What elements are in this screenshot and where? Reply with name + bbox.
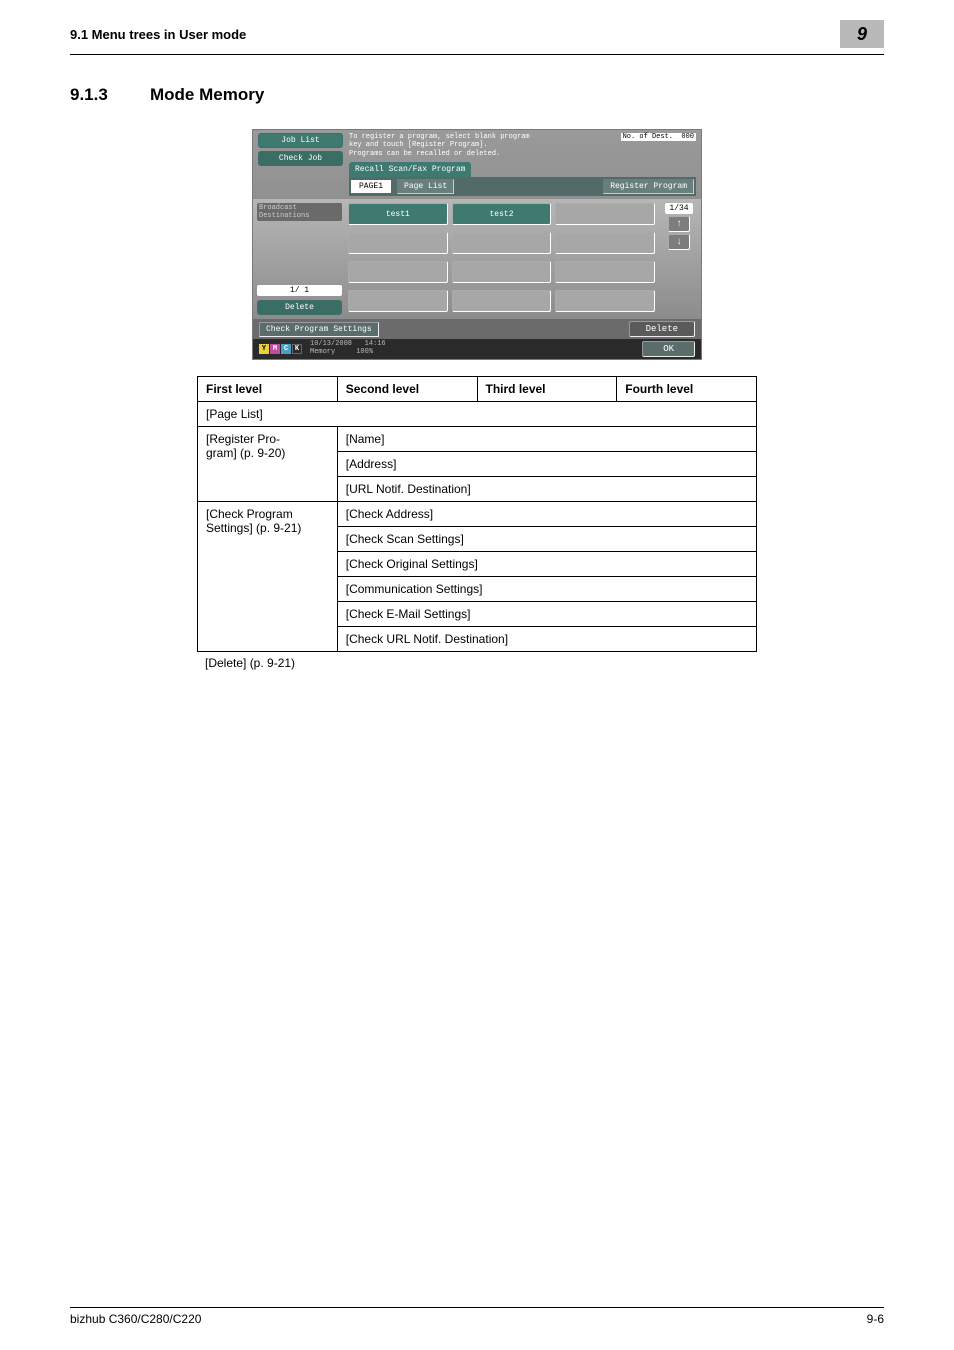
footer-model: bizhub C360/C280/C220 — [70, 1312, 867, 1326]
running-head: 9.1 Menu trees in User mode — [70, 27, 840, 42]
recall-program-tab[interactable]: Recall Scan/Fax Program — [349, 162, 471, 177]
program-slot[interactable] — [555, 261, 655, 283]
register-program-button[interactable]: Register Program — [603, 179, 694, 194]
screenshot-panel: Job List Check Job No. of Dest. 000 To r… — [252, 129, 702, 360]
table-cell: [Check URL Notif. Destination] — [337, 627, 756, 652]
arrow-down-icon[interactable]: ↓ — [668, 234, 690, 250]
table-cell: [Check E-Mail Settings] — [337, 602, 756, 627]
status-datetime: 10/13/2008 14:16 Memory 100% — [310, 341, 386, 356]
cell-line: [Register Pro- — [206, 432, 280, 446]
toner-y-icon: Y — [259, 344, 269, 354]
table-cell: [Name] — [337, 427, 756, 452]
program-slot[interactable] — [555, 203, 655, 225]
check-job-button[interactable]: Check Job — [258, 151, 343, 166]
instruction-line: key and touch [Register Program]. — [349, 141, 488, 149]
th-third-level: Third level — [477, 377, 617, 402]
toner-c-icon: C — [281, 344, 291, 354]
section-heading: Mode Memory — [150, 85, 264, 105]
toner-k-icon: K — [292, 344, 302, 354]
program-slot[interactable] — [555, 290, 655, 312]
page1-button[interactable]: PAGE1 — [351, 180, 391, 193]
table-cell: [URL Notif. Destination] — [337, 477, 756, 502]
delete-button[interactable]: Delete — [629, 321, 695, 337]
program-slot[interactable]: test2 — [452, 203, 552, 225]
broadcast-destinations-label: Broadcast Destinations — [257, 203, 342, 221]
table-cell: [Address] — [337, 452, 756, 477]
th-fourth-level: Fourth level — [617, 377, 757, 402]
page-counter: 1/34 — [665, 203, 692, 214]
toner-indicator: Y M C K — [259, 344, 302, 354]
instruction-line: To register a program, select blank prog… — [349, 133, 530, 141]
program-slot[interactable] — [348, 261, 448, 283]
cell-line: Settings] (p. 9-21) — [206, 521, 301, 535]
table-cell: [Register Pro- gram] (p. 9-20) — [198, 427, 338, 502]
instruction-line: Programs can be recalled or deleted. — [349, 150, 500, 158]
status-memory-value: 100% — [356, 348, 373, 356]
cell-line: gram] (p. 9-20) — [206, 446, 285, 460]
levels-table: First level Second level Third level Fou… — [197, 376, 757, 652]
table-cell: [Check Scan Settings] — [337, 527, 756, 552]
program-slot[interactable] — [555, 232, 655, 254]
cell-line: [Check Program — [206, 507, 293, 521]
status-memory-label: Memory — [310, 348, 335, 356]
dest-count-value: 000 — [681, 133, 694, 141]
th-first-level: First level — [198, 377, 338, 402]
table-cell: [Communication Settings] — [337, 577, 756, 602]
table-cell: [Page List] — [198, 402, 757, 427]
table-cell: [Check Address] — [337, 502, 756, 527]
section-number: 9.1.3 — [70, 85, 150, 105]
dest-count-label: No. of Dest. 000 — [621, 133, 696, 141]
program-slot[interactable] — [452, 232, 552, 254]
footer-page: 9-6 — [867, 1312, 884, 1326]
table-cell: [Check Original Settings] — [337, 552, 756, 577]
toner-m-icon: M — [270, 344, 280, 354]
program-slot[interactable] — [452, 290, 552, 312]
program-slot[interactable] — [348, 232, 448, 254]
check-program-settings-button[interactable]: Check Program Settings — [259, 322, 379, 337]
left-page-indicator: 1/ 1 — [257, 285, 342, 296]
dest-count-text: No. of Dest. — [623, 133, 673, 141]
ok-button[interactable]: OK — [642, 341, 695, 357]
job-list-button[interactable]: Job List — [258, 133, 343, 148]
page-list-button[interactable]: Page List — [397, 179, 454, 194]
chapter-badge: 9 — [840, 20, 884, 48]
th-second-level: Second level — [337, 377, 477, 402]
arrow-up-icon[interactable]: ↑ — [668, 216, 690, 232]
program-slot[interactable]: test1 — [348, 203, 448, 225]
delete-side-button[interactable]: Delete — [257, 300, 342, 315]
program-slot[interactable] — [452, 261, 552, 283]
program-slot[interactable] — [348, 290, 448, 312]
below-table-text: [Delete] (p. 9-21) — [197, 656, 757, 670]
table-cell: [Check Program Settings] (p. 9-21) — [198, 502, 338, 652]
